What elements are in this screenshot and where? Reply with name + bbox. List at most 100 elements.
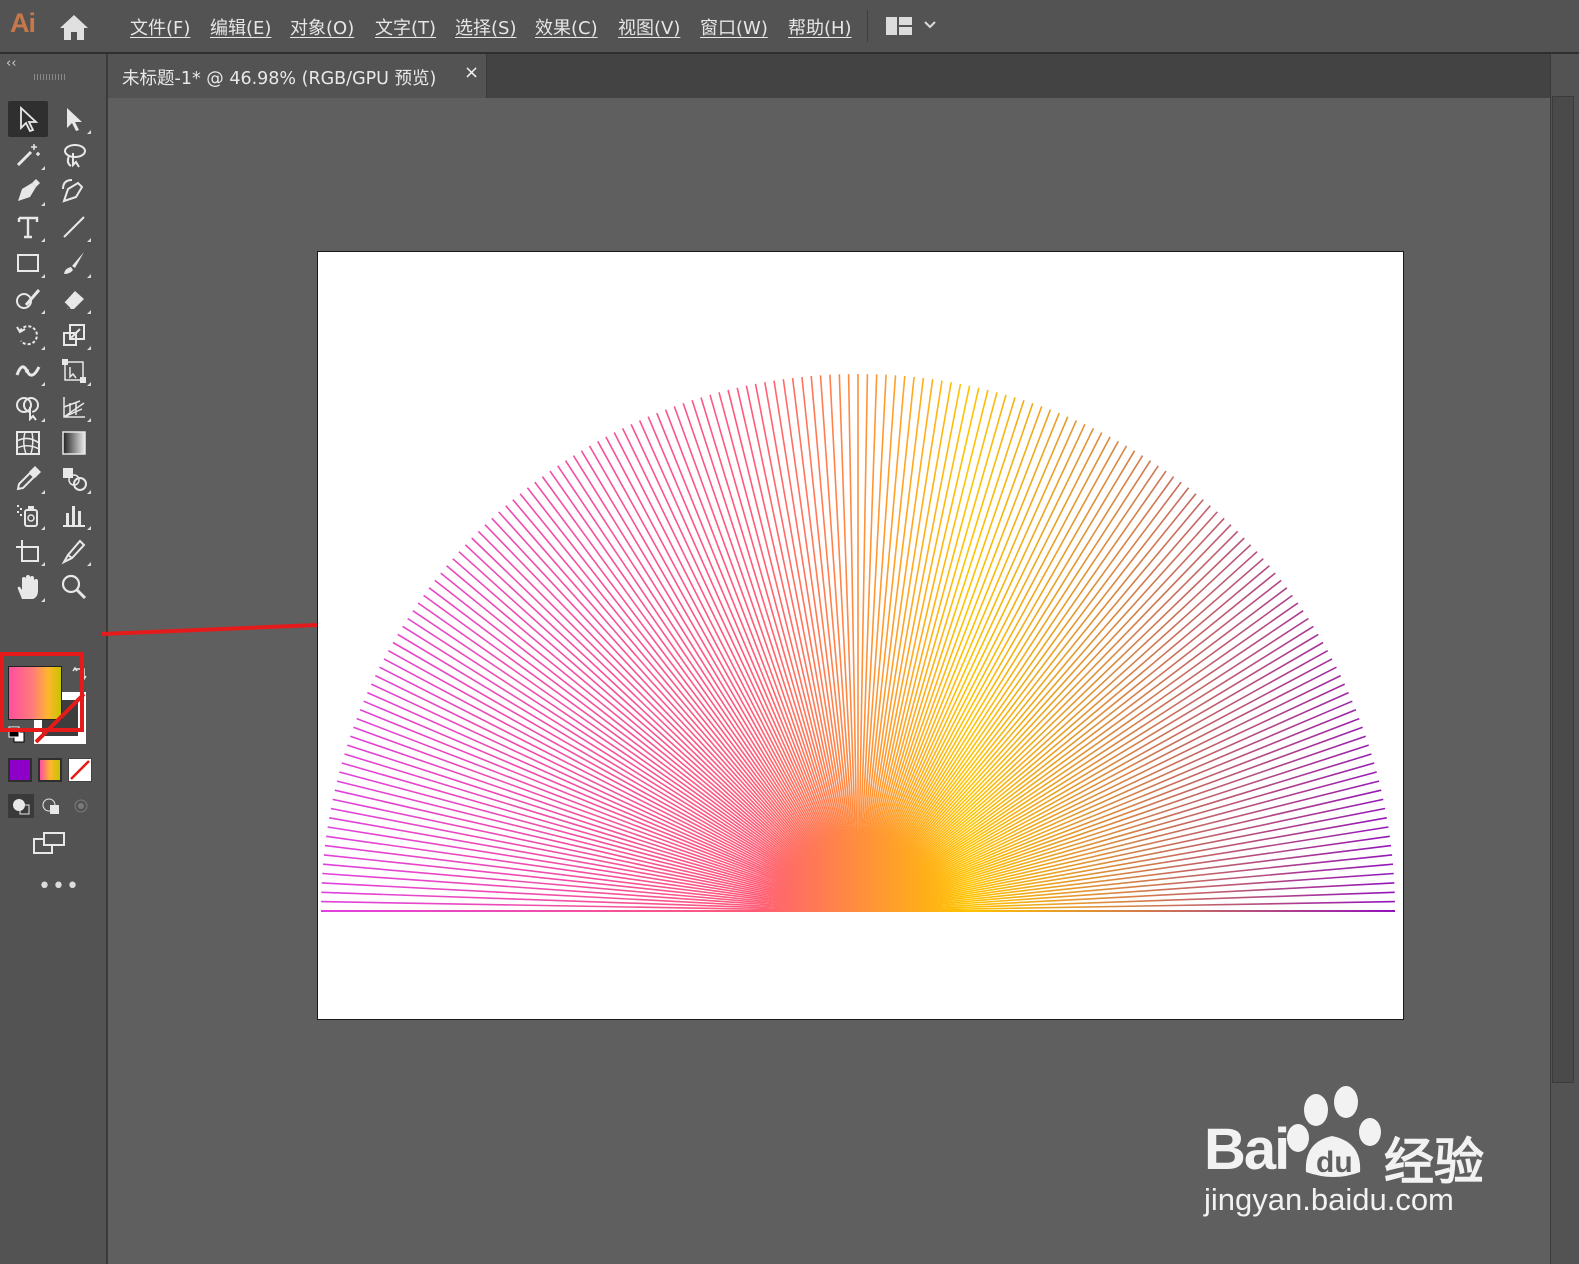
chevron-down-icon[interactable] <box>922 14 938 34</box>
menu-effect[interactable]: 效果(C) <box>535 14 598 40</box>
app-logo: Ai <box>10 8 36 38</box>
mesh-tool[interactable] <box>8 425 48 461</box>
radial-line <box>402 625 859 912</box>
mesh-icon <box>16 431 40 455</box>
eraser-tool[interactable] <box>54 281 94 317</box>
perspective-grid-tool[interactable] <box>54 389 94 425</box>
artboard[interactable] <box>317 251 1404 1020</box>
menu-select[interactable]: 选择(S) <box>455 14 516 40</box>
line-segment-tool[interactable] <box>54 209 94 245</box>
shaper-tool[interactable] <box>8 281 48 317</box>
magic-wand-tool[interactable] <box>8 137 48 173</box>
menu-help[interactable]: 帮助(H) <box>788 14 852 40</box>
scale-icon <box>63 324 85 346</box>
menu-type[interactable]: 文字(T) <box>375 14 436 40</box>
radial-lines-artwork <box>321 374 1395 912</box>
draw-behind-icon <box>42 798 59 814</box>
magic-wand-icon <box>16 144 40 167</box>
menu-bar: Ai 文件(F) 编辑(E) 对象(O) 文字(T) 选择(S) 效果(C) 视… <box>0 0 1579 54</box>
radial-line <box>857 625 1314 912</box>
type-t-icon <box>17 216 39 239</box>
symbol-sprayer-icon <box>17 505 38 527</box>
svg-text:du: du <box>1316 1146 1353 1179</box>
direct-selection-icon <box>67 108 82 131</box>
draw-inside-button[interactable] <box>68 794 94 818</box>
gradient-icon <box>62 431 86 455</box>
workspace-layout-icon[interactable] <box>885 16 913 36</box>
free-transform-icon <box>62 359 86 383</box>
zoom-magnifier-icon <box>61 574 87 600</box>
close-icon[interactable]: × <box>464 62 479 83</box>
blend-icon <box>63 468 87 491</box>
none-slash-icon <box>70 760 90 780</box>
radial-lines-group <box>321 374 1395 912</box>
document-tab-bar: 未标题-1* @ 46.98% (RGB/GPU 预览) × <box>108 54 1550 98</box>
curvature-tool[interactable] <box>54 173 94 209</box>
lasso-tool[interactable] <box>54 137 94 173</box>
document-tab-title: 未标题-1* @ 46.98% (RGB/GPU 预览) <box>122 69 437 89</box>
symbol-sprayer-tool[interactable] <box>8 497 48 533</box>
radial-line <box>572 455 859 912</box>
baidu-watermark: Bai du 经验 jingyan.baidu.com <box>1200 1086 1500 1226</box>
free-transform-tool[interactable] <box>54 353 94 389</box>
more-tools-button[interactable]: ••• <box>38 874 80 899</box>
draw-behind-button[interactable] <box>38 794 64 818</box>
curvature-pen-icon <box>62 179 84 203</box>
eyedropper-tool[interactable] <box>8 461 48 497</box>
menu-window[interactable]: 窗口(W) <box>700 14 768 40</box>
paintbrush-icon <box>64 252 84 274</box>
menu-object[interactable]: 对象(O) <box>290 14 354 40</box>
draw-inside-icon <box>74 799 88 813</box>
direct-selection-tool[interactable] <box>54 101 94 137</box>
eraser-icon <box>63 291 84 310</box>
type-tool[interactable] <box>8 209 48 245</box>
draw-normal-button[interactable] <box>8 794 34 818</box>
document-tab[interactable]: 未标题-1* @ 46.98% (RGB/GPU 预览) × <box>108 54 487 98</box>
menu-view[interactable]: 视图(V) <box>618 14 680 40</box>
artboard-icon <box>16 540 39 562</box>
selection-tool[interactable] <box>8 101 48 137</box>
width-tool[interactable] <box>8 353 48 389</box>
rectangle-tool[interactable] <box>8 245 48 281</box>
gradient-mode-button[interactable] <box>38 758 62 782</box>
perspective-grid-icon <box>63 397 85 418</box>
slice-knife-icon <box>61 539 86 565</box>
hand-icon <box>17 575 38 599</box>
color-mode-button[interactable] <box>8 758 32 782</box>
paintbrush-tool[interactable] <box>54 245 94 281</box>
zoom-tool[interactable] <box>54 569 94 605</box>
hand-tool[interactable] <box>8 569 48 605</box>
rectangle-icon <box>17 254 39 272</box>
column-graph-tool[interactable] <box>54 497 94 533</box>
lasso-icon <box>64 144 86 168</box>
gradient-tool[interactable] <box>54 425 94 461</box>
menu-edit[interactable]: 编辑(E) <box>210 14 271 40</box>
pen-icon <box>18 179 40 201</box>
shape-builder-icon <box>16 397 39 421</box>
none-mode-button[interactable] <box>68 758 92 782</box>
menu-file[interactable]: 文件(F) <box>130 14 190 40</box>
column-graph-icon <box>63 506 85 527</box>
scale-tool[interactable] <box>54 317 94 353</box>
pen-tool[interactable] <box>8 173 48 209</box>
panel-grip[interactable] <box>34 74 66 80</box>
baidu-paw-logo: du <box>1287 1086 1381 1179</box>
line-segment-icon <box>63 216 85 238</box>
shape-builder-tool[interactable] <box>8 389 48 425</box>
watermark-url: jingyan.baidu.com <box>1204 1182 1454 1217</box>
eyedropper-icon <box>16 466 41 491</box>
annotation-highlight-box <box>0 652 84 732</box>
blend-tool[interactable] <box>54 461 94 497</box>
slice-tool[interactable] <box>54 533 94 569</box>
artboard-tool[interactable] <box>8 533 48 569</box>
selection-arrow-icon <box>20 105 39 133</box>
radial-line <box>857 455 1144 912</box>
collapse-panel-icon[interactable]: ‹‹ <box>6 56 16 71</box>
home-icon[interactable] <box>58 12 90 42</box>
rotate-icon <box>16 325 38 346</box>
vertical-scrollbar[interactable] <box>1552 96 1574 1083</box>
shaper-icon <box>16 289 41 309</box>
tools-panel: ‹‹ ••• <box>0 54 108 1264</box>
screen-mode-icon[interactable] <box>32 830 68 858</box>
rotate-tool[interactable] <box>8 317 48 353</box>
